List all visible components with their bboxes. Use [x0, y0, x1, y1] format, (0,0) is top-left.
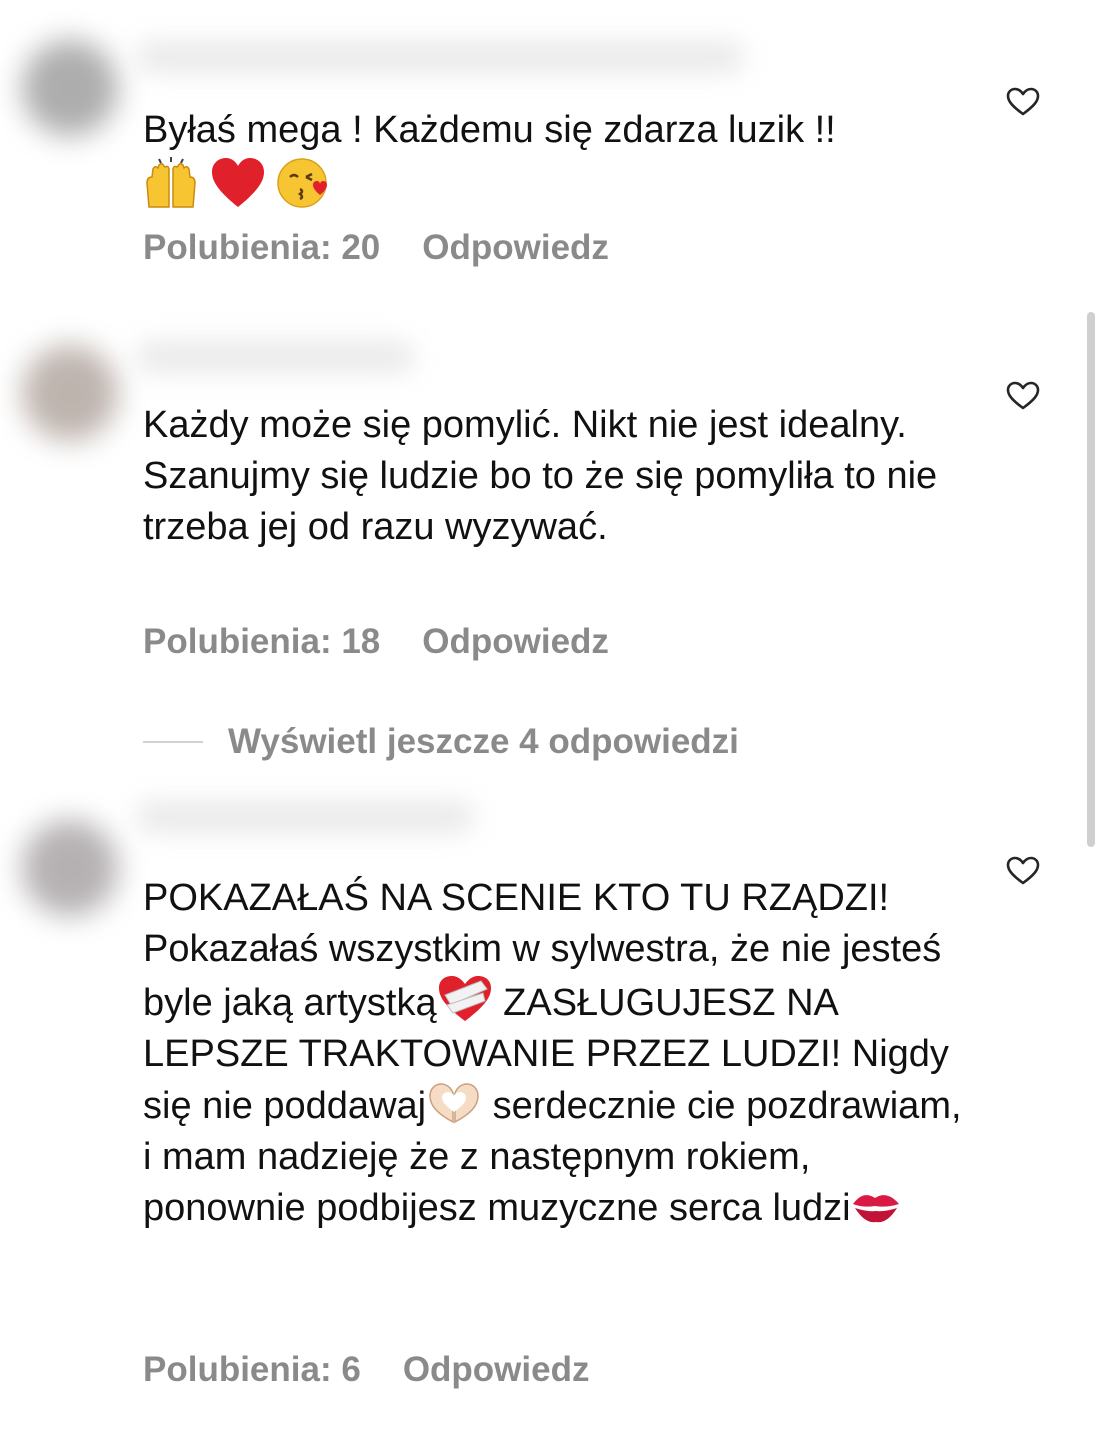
username-redacted[interactable] — [135, 40, 745, 74]
heart-hands-icon — [429, 1083, 479, 1124]
comment-text: POKAZAŁAŚ NA SCENIE KTO TU RZĄDZI! Pokaz… — [143, 873, 963, 1234]
mending-heart-icon — [438, 976, 491, 1021]
likes-count[interactable]: Polubienia: 18 — [143, 622, 380, 661]
divider-line — [143, 741, 203, 743]
username-redacted[interactable] — [135, 800, 475, 834]
avatar[interactable] — [22, 40, 118, 136]
likes-count[interactable]: Polubienia: 6 — [143, 1350, 361, 1389]
avatar[interactable] — [22, 345, 118, 441]
view-more-replies-button[interactable]: Wyświetl jeszcze 4 odpowiedzi — [143, 718, 739, 766]
comment-text: Każdy może się pomylić. Nikt nie jest id… — [143, 404, 938, 548]
comment-text: Byłaś mega ! Każdemu się zdarza luzik !! — [143, 105, 973, 209]
view-more-replies-label: Wyświetl jeszcze 4 odpowiedzi — [228, 722, 739, 761]
kiss-mark-icon — [852, 1195, 899, 1223]
red-heart-icon — [211, 157, 264, 207]
avatar[interactable] — [22, 820, 118, 916]
likes-count[interactable]: Polubienia: 20 — [143, 228, 380, 267]
comment-text-line: Byłaś mega ! Każdemu się zdarza luzik !! — [143, 109, 836, 151]
comment-meta: Polubienia: 6 Odpowiedz — [143, 1350, 589, 1390]
reply-button[interactable]: Odpowiedz — [403, 1350, 590, 1389]
like-heart-icon[interactable] — [1006, 856, 1040, 886]
face-blowing-kiss-icon — [277, 158, 328, 208]
reply-button[interactable]: Odpowiedz — [422, 228, 609, 267]
scrollbar-thumb[interactable] — [1087, 312, 1095, 847]
comment-meta: Polubienia: 20 Odpowiedz — [143, 228, 609, 268]
comment-meta: Polubienia: 18 Odpowiedz — [143, 622, 609, 662]
emoji-row — [143, 156, 332, 208]
like-heart-icon[interactable] — [1006, 87, 1040, 117]
username-redacted[interactable] — [135, 340, 415, 374]
reply-button[interactable]: Odpowiedz — [422, 622, 609, 661]
raising-hands-icon — [146, 156, 196, 208]
like-heart-icon[interactable] — [1006, 381, 1040, 411]
